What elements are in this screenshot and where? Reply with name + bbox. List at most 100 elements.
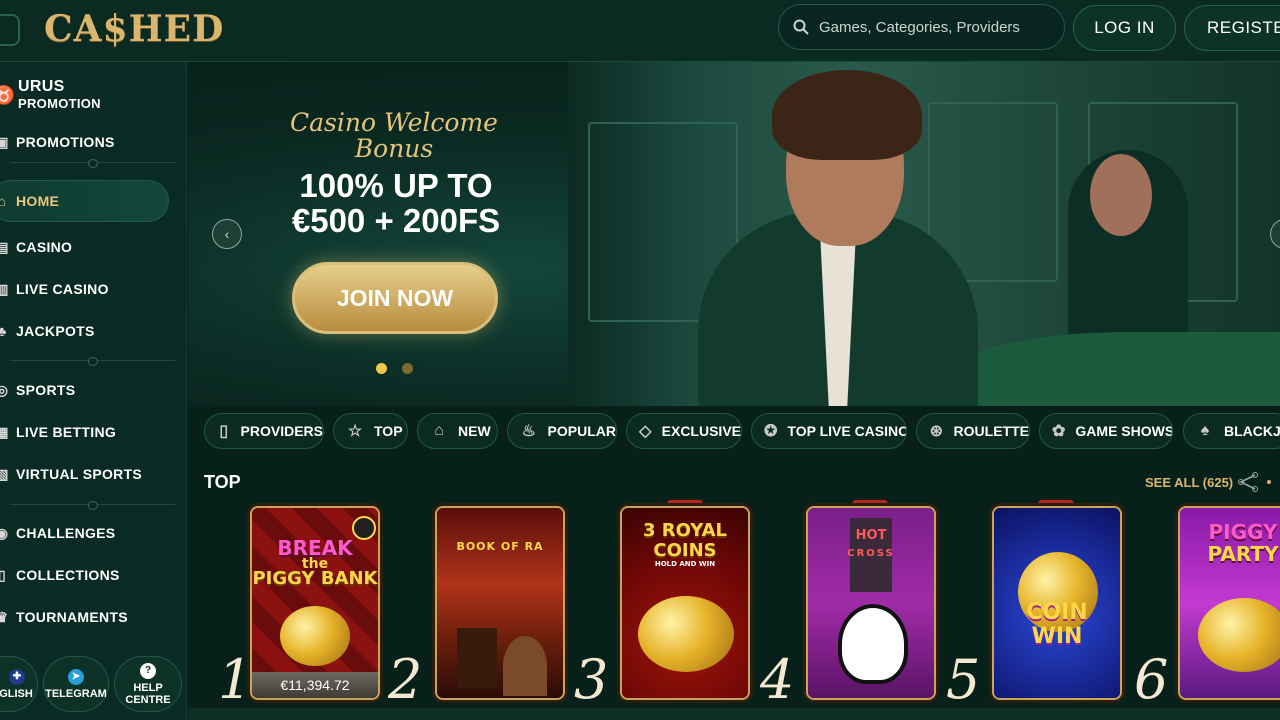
flame-icon: ♨ [521, 423, 536, 440]
category-label: ROULETTE [953, 423, 1029, 439]
category-game-shows[interactable]: ✿ GAME SHOWS [1039, 413, 1173, 449]
category-label: POPULAR [547, 423, 616, 439]
rank-number: 1 [218, 648, 253, 711]
sidebar-item-virtual-sports[interactable]: ▧ VIRTUAL SPORTS [0, 466, 143, 483]
game-title: CROSS [847, 548, 895, 559]
help-label-2: CENTRE [125, 693, 171, 706]
section-title-top: TOP [204, 472, 241, 492]
search-bar[interactable] [778, 4, 1065, 50]
rank-number: 3 [574, 648, 609, 711]
category-top[interactable]: ☆ TOP [333, 413, 408, 449]
dealer-head [1090, 154, 1152, 236]
game-title: COINS [653, 540, 717, 561]
slot-icon: ▤ [0, 238, 9, 255]
game-title: HOLD AND WIN [654, 560, 716, 568]
game-title: BOOK OF RA [456, 540, 544, 553]
cards-icon: ♠ [1200, 422, 1210, 439]
wheel-icon: ✿ [1052, 423, 1066, 440]
game-card-piggy-party[interactable]: PIGGY PARTY [1178, 506, 1280, 700]
divider [10, 159, 175, 168]
sidebar-item-label: LIVE BETTING [16, 424, 117, 440]
clover-icon: ♣ [0, 323, 7, 339]
sidebar-item-promotions[interactable]: ▣ PROMOTIONS [0, 133, 115, 151]
game-card-break-the-piggy-bank[interactable]: BREAK the PIGGY BANK €11,394.72 [250, 506, 380, 700]
language-button[interactable]: ✚ GLISH [0, 656, 38, 712]
sidebar-item-label: HOME [16, 193, 60, 209]
sidebar-item-home[interactable]: ⌂ HOME [0, 193, 59, 209]
gift-icon: ⌂ [434, 422, 444, 439]
game-card-book-of-ra[interactable]: BOOK OF RA [435, 506, 565, 700]
sidebar-item-jackpots[interactable]: ♣ JACKPOTS [0, 323, 95, 339]
category-providers[interactable]: ▯ PROVIDERS [204, 413, 324, 449]
login-button[interactable]: LOG IN [1073, 5, 1176, 51]
help-icon: ? [140, 662, 156, 679]
promotion-label: PROMOTION [18, 96, 101, 111]
medal-icon: ✪ [764, 423, 778, 440]
carousel-dot-active[interactable] [376, 363, 387, 374]
category-label: NEW [458, 423, 491, 439]
telegram-button[interactable]: ➤ TELEGRAM [43, 656, 109, 712]
search-icon [793, 19, 809, 35]
register-button[interactable]: REGISTER [1184, 5, 1280, 51]
cartoon-cat [838, 604, 908, 684]
cards-icon: ▥ [0, 280, 9, 297]
category-bar: ▯ PROVIDERS ☆ TOP ⌂ NEW ♨ POPULAR ◇ EXCLUSIVE… [188, 406, 1280, 456]
game-card-hot-cross[interactable]: HOT CROSS [806, 506, 936, 700]
hero-headline-line1: 100% UP TO [299, 167, 493, 204]
game-title: COIN [1026, 600, 1088, 625]
menu-toggle-button[interactable] [0, 14, 20, 46]
category-exclusive[interactable]: ◇ EXCLUSIVE [626, 413, 742, 449]
sidebar-item-live-casino[interactable]: ▥ LIVE CASINO [0, 280, 109, 298]
sidebar-item-label: VIRTUAL SPORTS [16, 466, 143, 482]
sidebar-item-label: JACKPOTS [16, 323, 95, 339]
hero-script-title: Casino Welcome Bonus [290, 108, 498, 163]
game-title: HOT [855, 528, 887, 543]
diamond-icon: ◇ [639, 423, 652, 440]
share-icon[interactable] [1237, 472, 1259, 492]
pager-dot[interactable] [1267, 480, 1271, 484]
language-label: GLISH [0, 687, 33, 700]
game-title: WIN [1031, 624, 1083, 649]
rank-number: 2 [388, 648, 423, 711]
category-label: GAME SHOWS [1075, 423, 1173, 439]
see-all-link[interactable]: SEE ALL (625) [1145, 475, 1233, 490]
sidebar-item-live-betting[interactable]: ▦ LIVE BETTING [0, 424, 117, 441]
sidebar: ♉ URUS PROMOTION ▣ PROMOTIONS ⌂ HOME ▤ C… [0, 62, 187, 720]
hero-banner[interactable]: Casino Welcome Bonus 100% UP TO €500 + 2… [188, 62, 1280, 406]
game-card-3-royal-coins[interactable]: 3 ROYAL COINS HOLD AND WIN [620, 506, 750, 700]
sidebar-item-label: SPORTS [16, 382, 76, 398]
man-hair [772, 70, 922, 160]
sidebar-item-collections[interactable]: ▯ COLLECTIONS [0, 567, 120, 584]
sidebar-item-urus-promotion[interactable]: ♉ URUS PROMOTION [0, 78, 101, 112]
category-new[interactable]: ⌂ NEW [417, 413, 498, 449]
sidebar-item-sports[interactable]: ◎ SPORTS [0, 382, 76, 399]
gift-icon: ▣ [0, 133, 9, 150]
golden-pig [1198, 598, 1280, 672]
category-top-live-casino[interactable]: ✪ TOP LIVE CASINO [751, 413, 907, 449]
sidebar-item-label: TOURNAMENTS [16, 609, 128, 625]
game-title: PARTY [1207, 542, 1279, 566]
hero-prev-button[interactable]: ‹ [212, 219, 242, 249]
game-title: PIGGY BANK [252, 568, 378, 589]
category-popular[interactable]: ♨ POPULAR [507, 413, 617, 449]
sidebar-item-casino[interactable]: ▤ CASINO [0, 238, 73, 256]
help-centre-button[interactable]: ? HELP CENTRE [114, 656, 182, 712]
category-roulette[interactable]: ⊛ ROULETTE [916, 413, 1030, 449]
bull-icon: ♉ [0, 84, 16, 105]
category-blackjack[interactable]: ♠ BLACKJA [1183, 413, 1280, 449]
gold-coin [638, 596, 734, 672]
search-input[interactable] [819, 18, 1049, 36]
telegram-icon: ➤ [68, 668, 84, 685]
urus-label: URUS [18, 78, 65, 95]
category-label: TOP [374, 423, 403, 439]
carousel-dot[interactable] [402, 363, 413, 374]
category-label: BLACKJA [1224, 423, 1280, 439]
join-now-button[interactable]: JOIN NOW [292, 262, 498, 334]
sidebar-item-tournaments[interactable]: ♛ TOURNAMENTS [0, 609, 128, 626]
target-icon: ◉ [0, 524, 9, 541]
game-card-coin-win[interactable]: COIN WIN [992, 506, 1122, 700]
logo[interactable]: CA$HED [44, 8, 224, 50]
sidebar-item-label: CASINO [16, 239, 73, 255]
sidebar-item-challenges[interactable]: ◉ CHALLENGES [0, 524, 115, 542]
help-label-1: HELP [133, 681, 163, 694]
